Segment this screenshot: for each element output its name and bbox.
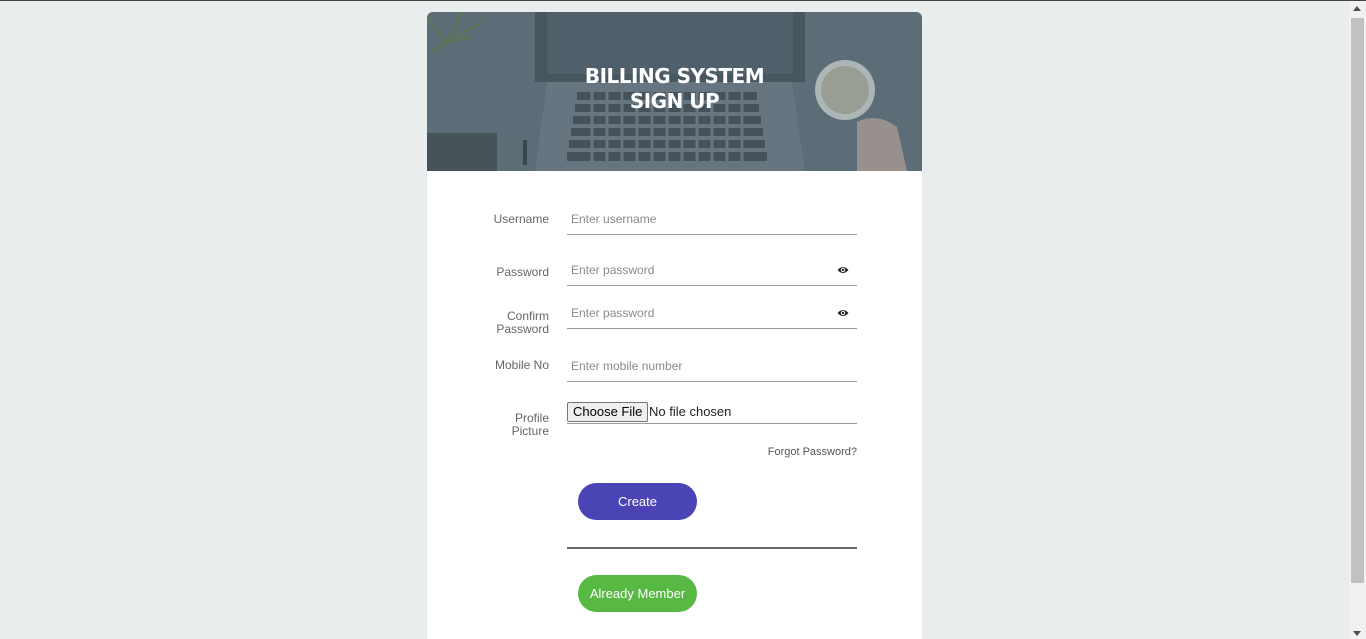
username-field	[567, 205, 857, 235]
profile-picture-field: Choose File No file chosen	[567, 402, 857, 424]
mobile-field	[567, 352, 857, 382]
file-status: No file chosen	[649, 404, 732, 419]
mobile-input[interactable]	[567, 352, 837, 380]
confirm-password-input[interactable]	[567, 299, 837, 327]
eye-icon[interactable]	[837, 308, 849, 318]
create-button[interactable]: Create	[578, 483, 697, 520]
password-input[interactable]	[567, 256, 837, 284]
scroll-up-arrow-icon[interactable]	[1353, 6, 1361, 11]
profile-picture-label: Profile Picture	[427, 412, 549, 438]
choose-file-button[interactable]: Choose File	[567, 402, 649, 422]
username-label: Username	[493, 212, 549, 226]
forgot-password-link[interactable]: Forgot Password?	[768, 446, 857, 458]
password-label: Password	[496, 265, 549, 279]
scroll-down-arrow-icon[interactable]	[1353, 631, 1361, 636]
password-field	[567, 256, 857, 286]
confirm-label-line-2: Password	[496, 322, 549, 336]
top-border	[0, 0, 1366, 1]
profile-label-line-2: Picture	[511, 424, 549, 438]
already-member-button[interactable]: Already Member	[578, 575, 697, 612]
username-input[interactable]	[567, 205, 837, 233]
mobile-label: Mobile No	[494, 358, 549, 372]
divider	[567, 547, 857, 549]
confirm-password-label: Confirm Password	[427, 310, 549, 336]
vertical-scrollbar[interactable]	[1349, 1, 1366, 639]
scrollbar-thumb[interactable]	[1351, 18, 1364, 583]
title-line-1: BILLING SYSTEM	[584, 64, 765, 88]
header-banner: BILLING SYSTEM SIGN UP	[427, 12, 922, 171]
title-line-2: SIGN UP	[629, 89, 720, 113]
signup-card: BILLING SYSTEM SIGN UP Username Password…	[427, 12, 922, 639]
confirm-password-field	[567, 299, 857, 329]
page-title: BILLING SYSTEM SIGN UP	[427, 64, 922, 114]
eye-icon[interactable]	[837, 265, 849, 275]
